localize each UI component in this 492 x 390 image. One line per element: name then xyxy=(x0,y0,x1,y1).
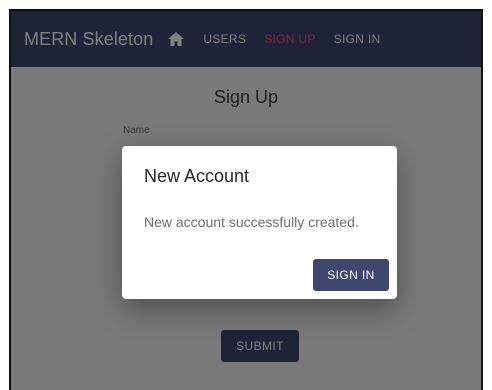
browser-viewport: MERN Skeleton USERS SIGN UP SIGN IN Sign… xyxy=(9,9,483,390)
dialog-title: New Account xyxy=(144,166,250,186)
dialog-sign-in-button[interactable]: SIGN IN xyxy=(313,259,389,291)
new-account-dialog: New Account New account successfully cre… xyxy=(122,146,397,299)
dialog-message: New account successfully created. xyxy=(144,214,359,230)
